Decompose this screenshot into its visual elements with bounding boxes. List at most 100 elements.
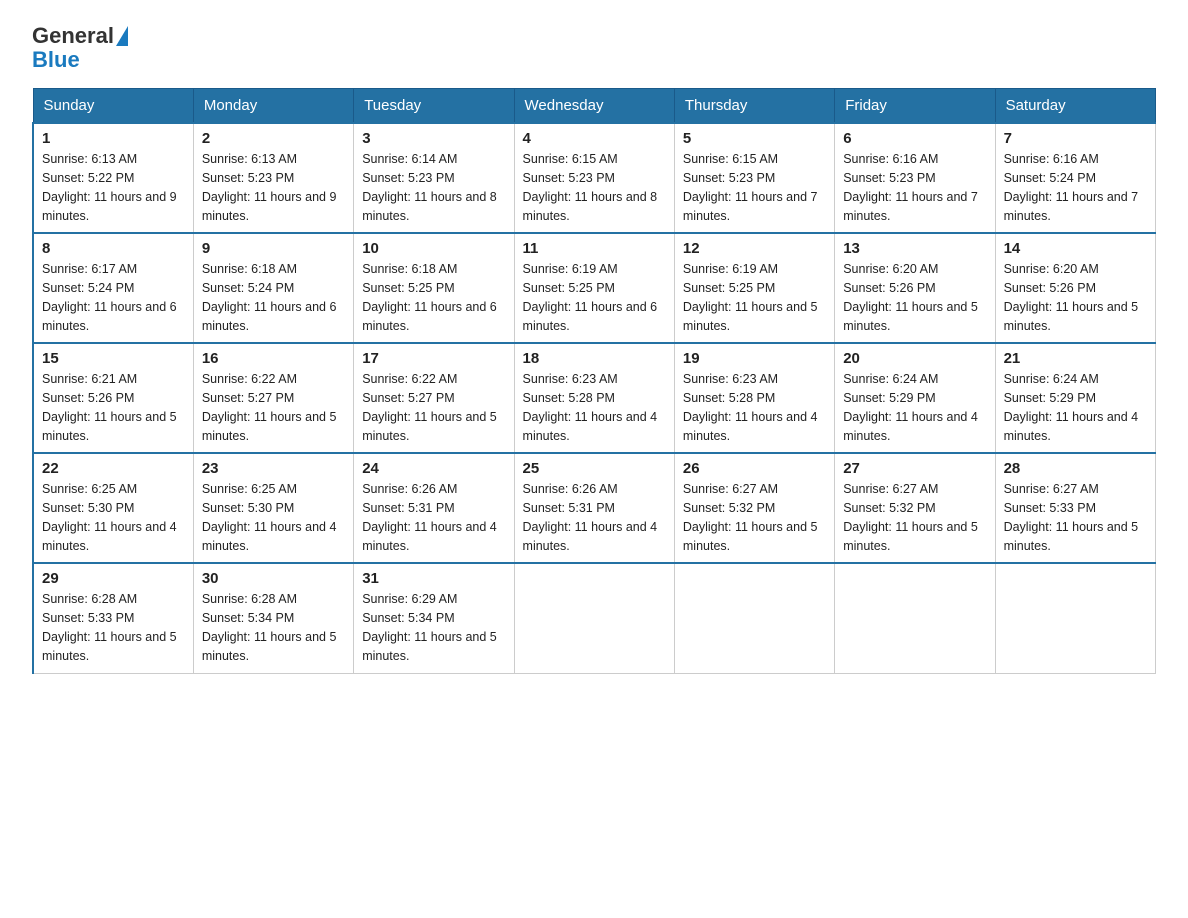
day-number: 21 <box>1004 350 1147 367</box>
day-info: Sunrise: 6:26 AMSunset: 5:31 PMDaylight:… <box>523 480 666 555</box>
calendar-week-row: 15 Sunrise: 6:21 AMSunset: 5:26 PMDaylig… <box>33 343 1156 453</box>
day-info: Sunrise: 6:23 AMSunset: 5:28 PMDaylight:… <box>523 370 666 445</box>
calendar-day-cell: 24 Sunrise: 6:26 AMSunset: 5:31 PMDaylig… <box>354 453 514 563</box>
day-info: Sunrise: 6:19 AMSunset: 5:25 PMDaylight:… <box>683 260 826 335</box>
logo: General Blue <box>32 24 128 72</box>
day-number: 22 <box>42 460 185 477</box>
calendar-day-cell: 26 Sunrise: 6:27 AMSunset: 5:32 PMDaylig… <box>674 453 834 563</box>
calendar-day-cell: 25 Sunrise: 6:26 AMSunset: 5:31 PMDaylig… <box>514 453 674 563</box>
day-info: Sunrise: 6:22 AMSunset: 5:27 PMDaylight:… <box>362 370 505 445</box>
day-info: Sunrise: 6:29 AMSunset: 5:34 PMDaylight:… <box>362 590 505 665</box>
calendar-day-cell: 6 Sunrise: 6:16 AMSunset: 5:23 PMDayligh… <box>835 123 995 233</box>
calendar-day-cell: 5 Sunrise: 6:15 AMSunset: 5:23 PMDayligh… <box>674 123 834 233</box>
day-number: 15 <box>42 350 185 367</box>
day-number: 27 <box>843 460 986 477</box>
day-number: 10 <box>362 240 505 257</box>
day-info: Sunrise: 6:14 AMSunset: 5:23 PMDaylight:… <box>362 150 505 225</box>
day-number: 31 <box>362 570 505 587</box>
calendar-day-cell: 11 Sunrise: 6:19 AMSunset: 5:25 PMDaylig… <box>514 233 674 343</box>
calendar-day-cell: 19 Sunrise: 6:23 AMSunset: 5:28 PMDaylig… <box>674 343 834 453</box>
day-info: Sunrise: 6:15 AMSunset: 5:23 PMDaylight:… <box>523 150 666 225</box>
day-number: 1 <box>42 130 185 147</box>
day-number: 17 <box>362 350 505 367</box>
day-info: Sunrise: 6:16 AMSunset: 5:23 PMDaylight:… <box>843 150 986 225</box>
day-number: 4 <box>523 130 666 147</box>
calendar-day-cell: 30 Sunrise: 6:28 AMSunset: 5:34 PMDaylig… <box>193 563 353 673</box>
day-number: 13 <box>843 240 986 257</box>
calendar-header-day: Saturday <box>995 89 1155 124</box>
day-info: Sunrise: 6:13 AMSunset: 5:23 PMDaylight:… <box>202 150 345 225</box>
page-header: General Blue <box>32 24 1156 72</box>
calendar-day-cell: 27 Sunrise: 6:27 AMSunset: 5:32 PMDaylig… <box>835 453 995 563</box>
calendar-header-day: Thursday <box>674 89 834 124</box>
day-info: Sunrise: 6:26 AMSunset: 5:31 PMDaylight:… <box>362 480 505 555</box>
logo-general-text: General <box>32 24 114 48</box>
calendar-day-cell: 23 Sunrise: 6:25 AMSunset: 5:30 PMDaylig… <box>193 453 353 563</box>
calendar-header-day: Tuesday <box>354 89 514 124</box>
day-info: Sunrise: 6:27 AMSunset: 5:32 PMDaylight:… <box>843 480 986 555</box>
day-info: Sunrise: 6:13 AMSunset: 5:22 PMDaylight:… <box>42 150 185 225</box>
day-number: 30 <box>202 570 345 587</box>
calendar-day-cell: 2 Sunrise: 6:13 AMSunset: 5:23 PMDayligh… <box>193 123 353 233</box>
calendar-day-cell: 4 Sunrise: 6:15 AMSunset: 5:23 PMDayligh… <box>514 123 674 233</box>
calendar-day-cell: 14 Sunrise: 6:20 AMSunset: 5:26 PMDaylig… <box>995 233 1155 343</box>
day-info: Sunrise: 6:22 AMSunset: 5:27 PMDaylight:… <box>202 370 345 445</box>
calendar-day-cell: 7 Sunrise: 6:16 AMSunset: 5:24 PMDayligh… <box>995 123 1155 233</box>
calendar-day-cell: 1 Sunrise: 6:13 AMSunset: 5:22 PMDayligh… <box>33 123 193 233</box>
day-number: 19 <box>683 350 826 367</box>
calendar-week-row: 8 Sunrise: 6:17 AMSunset: 5:24 PMDayligh… <box>33 233 1156 343</box>
calendar-header-day: Monday <box>193 89 353 124</box>
calendar-day-cell <box>995 563 1155 673</box>
day-number: 18 <box>523 350 666 367</box>
day-number: 5 <box>683 130 826 147</box>
day-info: Sunrise: 6:18 AMSunset: 5:24 PMDaylight:… <box>202 260 345 335</box>
day-number: 2 <box>202 130 345 147</box>
day-number: 9 <box>202 240 345 257</box>
calendar-day-cell <box>514 563 674 673</box>
calendar-header-row: SundayMondayTuesdayWednesdayThursdayFrid… <box>33 89 1156 124</box>
day-info: Sunrise: 6:24 AMSunset: 5:29 PMDaylight:… <box>1004 370 1147 445</box>
day-number: 14 <box>1004 240 1147 257</box>
calendar-header-day: Wednesday <box>514 89 674 124</box>
day-number: 20 <box>843 350 986 367</box>
day-info: Sunrise: 6:28 AMSunset: 5:34 PMDaylight:… <box>202 590 345 665</box>
calendar-week-row: 1 Sunrise: 6:13 AMSunset: 5:22 PMDayligh… <box>33 123 1156 233</box>
day-info: Sunrise: 6:25 AMSunset: 5:30 PMDaylight:… <box>202 480 345 555</box>
calendar-day-cell <box>674 563 834 673</box>
calendar-day-cell: 16 Sunrise: 6:22 AMSunset: 5:27 PMDaylig… <box>193 343 353 453</box>
day-number: 7 <box>1004 130 1147 147</box>
calendar-day-cell: 9 Sunrise: 6:18 AMSunset: 5:24 PMDayligh… <box>193 233 353 343</box>
day-info: Sunrise: 6:28 AMSunset: 5:33 PMDaylight:… <box>42 590 185 665</box>
calendar-day-cell: 15 Sunrise: 6:21 AMSunset: 5:26 PMDaylig… <box>33 343 193 453</box>
day-number: 28 <box>1004 460 1147 477</box>
calendar-day-cell: 29 Sunrise: 6:28 AMSunset: 5:33 PMDaylig… <box>33 563 193 673</box>
day-info: Sunrise: 6:20 AMSunset: 5:26 PMDaylight:… <box>843 260 986 335</box>
day-info: Sunrise: 6:27 AMSunset: 5:33 PMDaylight:… <box>1004 480 1147 555</box>
day-info: Sunrise: 6:19 AMSunset: 5:25 PMDaylight:… <box>523 260 666 335</box>
day-info: Sunrise: 6:15 AMSunset: 5:23 PMDaylight:… <box>683 150 826 225</box>
day-number: 3 <box>362 130 505 147</box>
calendar-day-cell: 12 Sunrise: 6:19 AMSunset: 5:25 PMDaylig… <box>674 233 834 343</box>
calendar-day-cell: 31 Sunrise: 6:29 AMSunset: 5:34 PMDaylig… <box>354 563 514 673</box>
day-info: Sunrise: 6:17 AMSunset: 5:24 PMDaylight:… <box>42 260 185 335</box>
calendar-day-cell: 22 Sunrise: 6:25 AMSunset: 5:30 PMDaylig… <box>33 453 193 563</box>
calendar-day-cell: 13 Sunrise: 6:20 AMSunset: 5:26 PMDaylig… <box>835 233 995 343</box>
day-number: 29 <box>42 570 185 587</box>
day-number: 26 <box>683 460 826 477</box>
calendar-day-cell: 10 Sunrise: 6:18 AMSunset: 5:25 PMDaylig… <box>354 233 514 343</box>
day-info: Sunrise: 6:27 AMSunset: 5:32 PMDaylight:… <box>683 480 826 555</box>
day-info: Sunrise: 6:23 AMSunset: 5:28 PMDaylight:… <box>683 370 826 445</box>
day-number: 11 <box>523 240 666 257</box>
day-number: 6 <box>843 130 986 147</box>
calendar-header-day: Friday <box>835 89 995 124</box>
day-info: Sunrise: 6:16 AMSunset: 5:24 PMDaylight:… <box>1004 150 1147 225</box>
calendar-week-row: 22 Sunrise: 6:25 AMSunset: 5:30 PMDaylig… <box>33 453 1156 563</box>
day-info: Sunrise: 6:21 AMSunset: 5:26 PMDaylight:… <box>42 370 185 445</box>
day-number: 16 <box>202 350 345 367</box>
calendar-day-cell: 17 Sunrise: 6:22 AMSunset: 5:27 PMDaylig… <box>354 343 514 453</box>
calendar-day-cell <box>835 563 995 673</box>
logo-blue-text: Blue <box>32 47 80 72</box>
day-number: 23 <box>202 460 345 477</box>
day-number: 24 <box>362 460 505 477</box>
day-number: 25 <box>523 460 666 477</box>
